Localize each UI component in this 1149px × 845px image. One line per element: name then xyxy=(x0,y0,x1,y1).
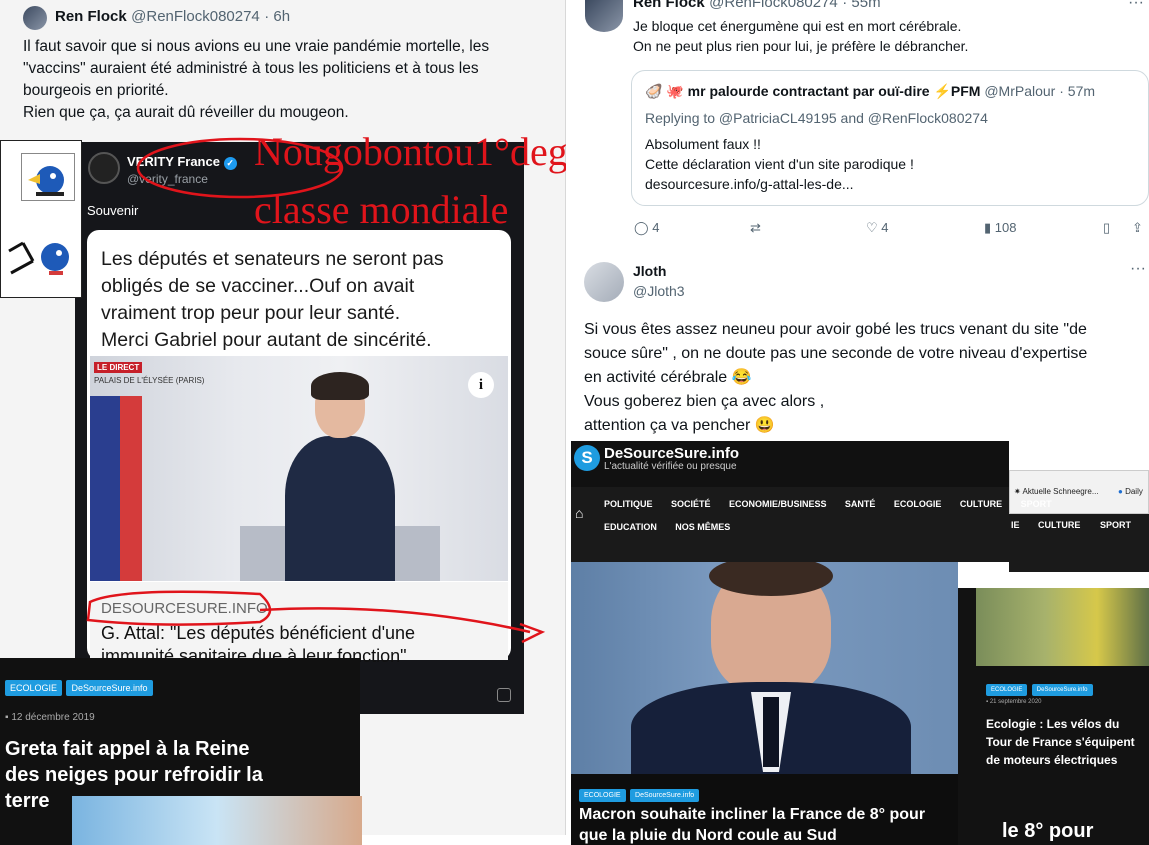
article-title: Ecologie : Les vélos du Tour de France s… xyxy=(986,717,1135,767)
tweet-header: Ren Flock @RenFlock080274 · 6h xyxy=(55,8,290,26)
nav-item[interactable]: NOS MÊMES xyxy=(675,522,730,532)
site-tagline: L'actualité vérifiée ou presque xyxy=(604,461,737,472)
calendar-icon: ▪ xyxy=(5,712,9,723)
greta-photo xyxy=(72,796,362,845)
nav-item[interactable]: SPORT xyxy=(1100,520,1131,530)
quote-time: · 57m xyxy=(1059,83,1096,99)
author-name[interactable]: Jloth xyxy=(633,263,666,279)
browser-tab[interactable]: ● Daily xyxy=(1118,487,1143,496)
tweet-line: Rien que ça, ça aurait dû réveiller du m… xyxy=(23,104,349,121)
category-tag[interactable]: ECOLOGIE xyxy=(986,684,1028,696)
oyster-emoji-icon: 🦪 xyxy=(645,83,663,99)
tweet-text: Si vous êtes assez neuneu pour avoir gob… xyxy=(584,318,1144,438)
more-icon[interactable]: ··· xyxy=(1130,260,1146,278)
view-count: 108 xyxy=(994,220,1017,235)
site-nav: ⌂ POLITIQUE SOCIÉTÉ ECONOMIE/BUSINESS SA… xyxy=(571,487,1052,562)
site-logo-icon[interactable]: S xyxy=(574,445,600,471)
like-button[interactable]: ♡ 4 xyxy=(866,220,889,236)
tweet-text: Je bloque cet énergumène qui est en mort… xyxy=(633,16,968,56)
nav-item[interactable]: SOCIÉTÉ xyxy=(671,499,711,509)
quote-link[interactable]: desourcesure.info/g-attal-les-de... xyxy=(645,174,914,194)
tweet-line: bourgeois en priorité. xyxy=(23,82,169,99)
author-avatar[interactable] xyxy=(23,6,47,30)
site-logo-text[interactable]: DeSourceSure.info xyxy=(604,445,739,462)
tweet-line: Il faut savoir que si nous avions eu une… xyxy=(23,38,490,55)
more-icon[interactable]: ··· xyxy=(1128,0,1144,12)
tag-row: ECOLOGIE DeSourceSure.info xyxy=(5,678,153,696)
bookmark-icon[interactable]: ▯ xyxy=(1103,220,1110,236)
heart-icon: ♡ xyxy=(866,220,878,235)
author-handle[interactable]: @RenFlock080274 xyxy=(709,0,838,11)
calendar-icon: ▪ xyxy=(986,699,989,705)
author-handle[interactable]: @Jloth3 xyxy=(633,283,685,299)
macron-photo[interactable] xyxy=(571,562,958,774)
source-tag[interactable]: DeSourceSure.info xyxy=(630,789,700,802)
share-icon[interactable]: ⇪ xyxy=(1132,220,1143,236)
macron-article[interactable]: ECOLOGIE DeSourceSure.info Macron souhai… xyxy=(571,774,958,845)
nav-item[interactable]: ECOLOGIE xyxy=(894,499,942,509)
category-tag[interactable]: ECOLOGIE xyxy=(5,680,63,696)
tweet-time[interactable]: · 6h xyxy=(264,8,290,25)
article-date: ▪ 12 décembre 2019 xyxy=(5,712,95,723)
cyclists-photo xyxy=(976,588,1149,666)
quote-header: 🦪 🐙 mr palourde contractant par ouï-dire… xyxy=(645,83,1095,100)
author-avatar[interactable] xyxy=(584,262,624,302)
tweet-text: Il faut savoir que si nous avions eu une… xyxy=(23,36,553,124)
nav-item[interactable]: EDUCATION xyxy=(604,522,657,532)
reply-count: 4 xyxy=(652,220,660,235)
source-tag[interactable]: DeSourceSure.info xyxy=(1031,684,1093,696)
tweet-line: Si vous êtes assez neuneu pour avoir gob… xyxy=(584,321,1087,338)
author-avatar[interactable] xyxy=(585,0,623,32)
nav-item[interactable]: POLITIQUE xyxy=(604,499,653,509)
quote-author-name[interactable]: mr palourde contractant par ouï-dire ⚡PF… xyxy=(688,83,981,99)
article-title: Macron souhaite incliner la France de 8°… xyxy=(579,806,926,844)
home-icon[interactable]: ⌂ xyxy=(575,505,583,521)
quote-line: Absolument faux !! xyxy=(645,136,761,152)
category-tag[interactable]: ECOLOGIE xyxy=(579,789,626,802)
views-icon: ▮ xyxy=(984,220,992,235)
author-name[interactable]: Ren Flock xyxy=(633,0,705,11)
tour-article[interactable]: ECOLOGIE DeSourceSure.info ▪ 21 septembr… xyxy=(958,588,1149,845)
tweet-line: Je bloque cet énergumène qui est en mort… xyxy=(633,18,962,34)
tweet-line: souce sûre" , on ne doute pas une second… xyxy=(584,345,1088,362)
partial-headline: le 8° pour xyxy=(1002,820,1094,842)
source-tag[interactable]: DeSourceSure.info xyxy=(66,680,153,696)
tag-row: ECOLOGIE DeSourceSure.info xyxy=(986,678,1093,696)
nav-item[interactable]: CULTURE xyxy=(1038,520,1080,530)
nav-item[interactable]: CULTURE xyxy=(960,499,1002,509)
article-date: ▪ 21 septembre 2020 xyxy=(986,699,1042,705)
retweet-icon: ⇄ xyxy=(750,220,761,235)
nav-item[interactable]: ECONOMIE/BUSINESS xyxy=(729,499,827,509)
tweet-line: Vous goberez bien ça avec alors , xyxy=(584,393,825,410)
quote-line: Cette déclaration vient d'un site parodi… xyxy=(645,156,914,172)
nav-item[interactable]: SPORT xyxy=(1021,499,1052,509)
tweet-line: en activité cérébrale 😂 xyxy=(584,369,752,386)
tweet-time[interactable]: · 55m xyxy=(842,0,880,11)
quote-text: Absolument faux !! Cette déclaration vie… xyxy=(645,134,914,194)
tag-row: ECOLOGIE DeSourceSure.info xyxy=(579,784,700,802)
nav-row-2: EDUCATION NOS MÊMES xyxy=(604,517,730,535)
octopus-emoji-icon: 🐙 xyxy=(666,83,684,99)
portrait-tie xyxy=(763,697,779,767)
tweet-line: attention ça va pencher 😃 xyxy=(584,417,775,434)
tab-favicon-icon: ● xyxy=(1118,487,1123,496)
retweet-button[interactable]: ⇄ xyxy=(750,220,761,236)
author-name[interactable]: Ren Flock xyxy=(55,8,127,25)
reply-button[interactable]: ◯ 4 xyxy=(634,220,659,236)
nav-item[interactable]: SANTÉ xyxy=(845,499,876,509)
nav-row-1: POLITIQUE SOCIÉTÉ ECONOMIE/BUSINESS SANT… xyxy=(604,494,1052,512)
views-button[interactable]: ▮ 108 xyxy=(984,220,1016,236)
site-nav-fragment: IE CULTURE SPORT xyxy=(1009,514,1149,572)
tweet-line: On ne peut plus rien pour lui, je préfèr… xyxy=(633,38,969,54)
like-count: 4 xyxy=(881,220,889,235)
nav-item[interactable]: IE xyxy=(1011,520,1020,530)
tweet-header: Ren Flock @RenFlock080274 · 55m xyxy=(633,0,881,12)
reply-icon: ◯ xyxy=(634,220,649,235)
tweet-line: "vaccins" auraient été administré à tous… xyxy=(23,60,479,77)
replying-to[interactable]: Replying to @PatriciaCL49195 and @RenFlo… xyxy=(645,110,988,126)
quote-author-handle[interactable]: @MrPalour xyxy=(984,83,1055,99)
author-handle[interactable]: @RenFlock080274 xyxy=(131,8,260,25)
site-header: S DeSourceSure.info L'actualité vérifiée… xyxy=(571,441,1009,487)
